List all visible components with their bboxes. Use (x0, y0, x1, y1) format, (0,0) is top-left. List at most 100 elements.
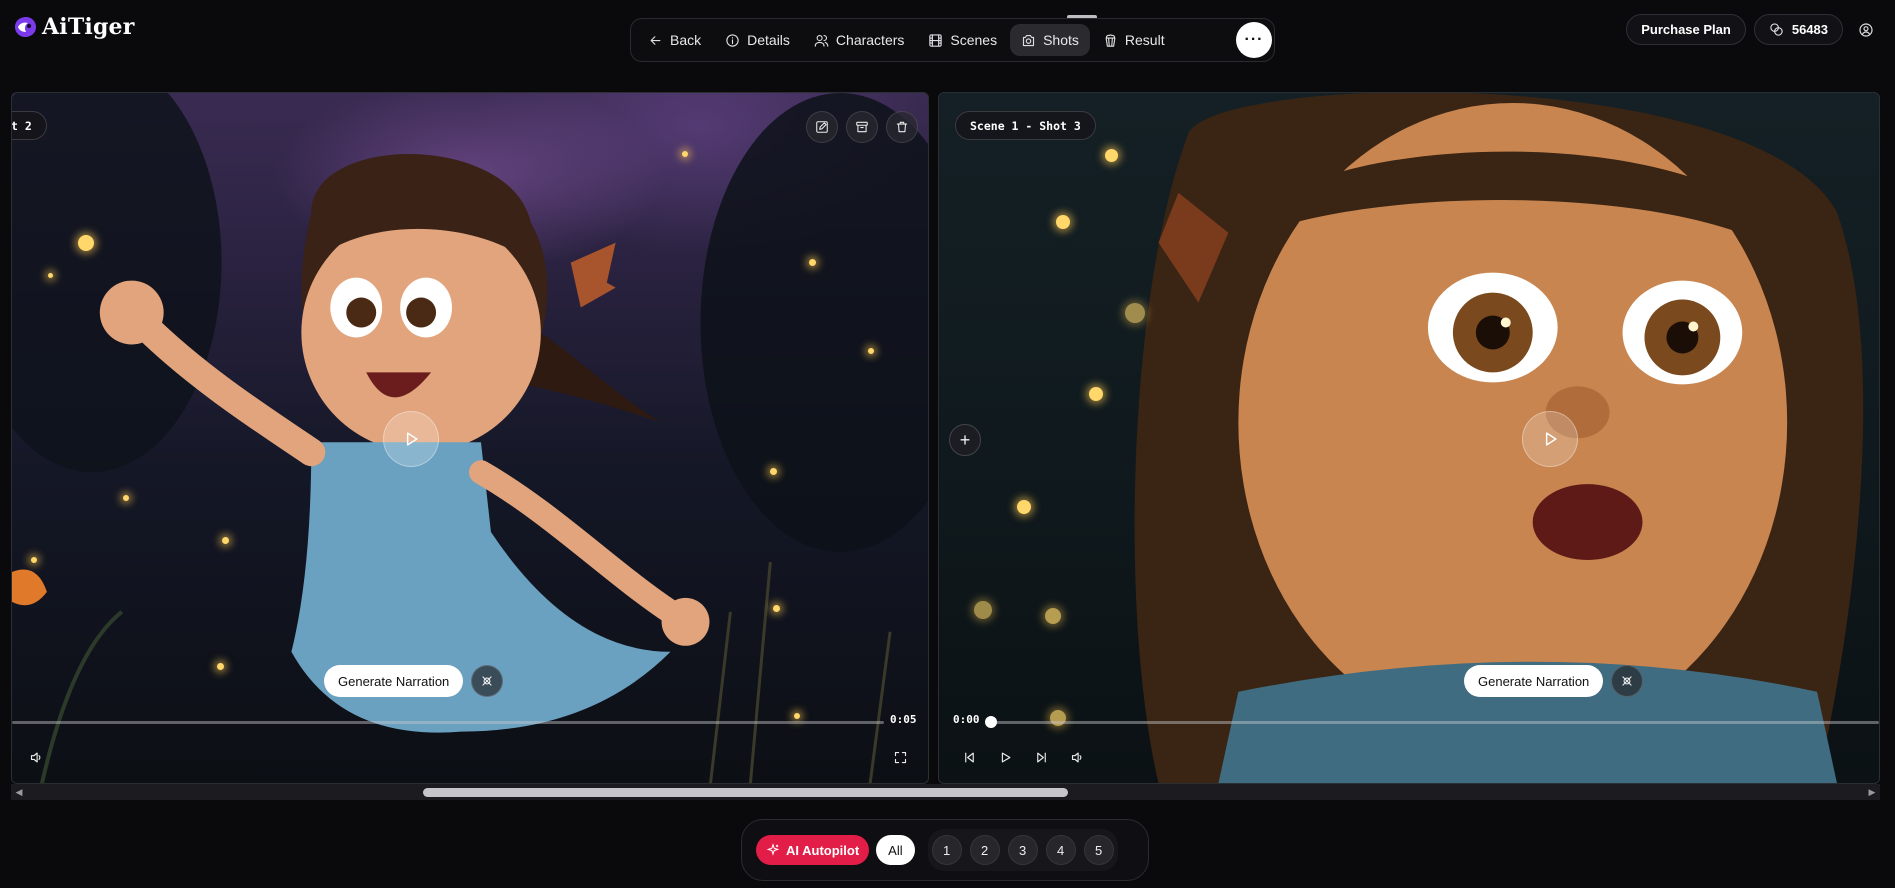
scroll-thumb[interactable] (423, 788, 1068, 797)
nav-back-label: Back (670, 32, 702, 48)
narration-controls: Generate Narration (1464, 665, 1644, 697)
purchase-plan-button[interactable]: Purchase Plan (1626, 14, 1746, 45)
shot-panel-left[interactable]: t 2 Generate Narration 0:05 (11, 92, 929, 784)
nav-result[interactable]: Result (1092, 24, 1176, 56)
fullscreen-button[interactable] (888, 745, 912, 769)
user-circle-icon (1859, 22, 1873, 37)
delete-shot-button[interactable] (886, 111, 918, 143)
coins-icon (1770, 23, 1783, 36)
horizontal-scrollbar[interactable]: ◀ ▶ (11, 784, 1880, 800)
firefly-glow (1017, 500, 1031, 514)
archive-shot-button[interactable] (846, 111, 878, 143)
narration-controls: Generate Narration (324, 665, 504, 697)
play-shot-button[interactable] (1522, 411, 1578, 467)
firefly-glow (123, 495, 129, 501)
scroll-right-arrow[interactable]: ▶ (1864, 784, 1880, 800)
firefly-glow (794, 713, 800, 719)
page-button-1[interactable]: 1 (931, 835, 962, 865)
volume-icon (30, 752, 40, 762)
scene-page-list: 1 2 3 4 5 (927, 829, 1118, 871)
nav-details[interactable]: Details (714, 24, 801, 56)
skip-back-button[interactable] (957, 745, 981, 769)
play-button[interactable] (993, 745, 1017, 769)
firefly-glow (809, 259, 816, 266)
more-options-button[interactable]: ··· (1236, 22, 1272, 58)
firefly-glow (1045, 608, 1061, 624)
video-current-time: 0:00 (953, 713, 980, 726)
play-icon (1545, 432, 1557, 446)
main-nav: Back Details Characters Scenes Shots Res… (630, 18, 1275, 62)
firefly-glow (773, 605, 780, 612)
shot-panel-right[interactable]: Scene 1 - Shot 3 + Generate Narration 0:… (938, 92, 1880, 784)
firefly-glow (682, 151, 688, 157)
firefly-glow (222, 537, 229, 544)
sparkle-icon (766, 843, 780, 856)
credits-value: 56483 (1791, 22, 1828, 37)
nav-scenes[interactable]: Scenes (917, 24, 1008, 56)
add-shot-button[interactable]: + (949, 424, 981, 456)
fullscreen-icon (894, 751, 906, 763)
nav-shots-label: Shots (1043, 32, 1079, 48)
play-icon (406, 432, 418, 446)
camera-icon (1023, 34, 1035, 46)
nav-details-label: Details (747, 32, 790, 48)
play-icon (1001, 752, 1010, 762)
shot-label: Scene 1 - Shot 3 (955, 111, 1096, 140)
trash-icon (896, 121, 908, 133)
app-name: AiTiger (42, 14, 135, 40)
skip-forward-button[interactable] (1029, 745, 1053, 769)
archive-icon (856, 121, 868, 133)
skip-back-icon (964, 752, 974, 762)
filter-all-button[interactable]: All (876, 835, 915, 865)
page-button-4[interactable]: 4 (1045, 835, 1076, 865)
popcorn-icon (1105, 33, 1116, 47)
nav-result-label: Result (1124, 32, 1165, 48)
remove-narration-button[interactable] (1611, 665, 1644, 697)
mute-voice-icon (482, 676, 492, 686)
ai-autopilot-button[interactable]: AI Autopilot (756, 835, 870, 865)
info-icon (726, 33, 739, 47)
users-icon (814, 34, 829, 47)
play-shot-button[interactable] (383, 411, 439, 467)
page-button-3[interactable]: 3 (1007, 835, 1038, 865)
firefly-glow (868, 348, 874, 354)
credits-badge[interactable]: 56483 (1753, 14, 1843, 45)
video-progress-bar[interactable] (12, 721, 884, 724)
generate-narration-button[interactable]: Generate Narration (324, 665, 464, 697)
nav-characters-label: Characters (835, 32, 905, 48)
generate-narration-button[interactable]: Generate Narration (1464, 665, 1604, 697)
firefly-glow (48, 273, 53, 278)
account-button[interactable] (1851, 15, 1881, 45)
remove-narration-button[interactable] (471, 665, 504, 697)
progress-knob[interactable] (985, 716, 997, 728)
tiger-logo-icon (15, 17, 36, 37)
ai-autopilot-label: AI Autopilot (786, 842, 860, 858)
video-progress-bar[interactable] (985, 716, 1879, 728)
skip-forward-icon (1036, 752, 1046, 762)
arrow-left-icon (650, 35, 661, 45)
firefly-glow (78, 235, 94, 251)
firefly-glow (217, 663, 224, 670)
shot-thumbnail-girl-surprised (1134, 93, 1864, 783)
page-button-2[interactable]: 2 (969, 835, 1000, 865)
nav-back[interactable]: Back (637, 24, 712, 56)
volume-button[interactable] (24, 745, 48, 769)
video-duration: 0:05 (890, 713, 917, 726)
header-right-controls: Purchase Plan 56483 (1626, 14, 1881, 45)
page-button-5[interactable]: 5 (1083, 835, 1114, 865)
shot-tools (806, 111, 918, 143)
volume-icon (1071, 752, 1081, 762)
mute-voice-icon (1622, 676, 1632, 686)
nav-characters[interactable]: Characters (803, 24, 915, 56)
firefly-glow (1089, 387, 1103, 401)
volume-button[interactable] (1065, 745, 1089, 769)
film-icon (929, 33, 943, 47)
edit-shot-button[interactable] (806, 111, 838, 143)
app-logo[interactable]: AiTiger (12, 14, 135, 40)
scroll-left-arrow[interactable]: ◀ (11, 784, 27, 800)
shot-label: t 2 (12, 111, 47, 140)
firefly-glow (31, 557, 37, 563)
nav-shots[interactable]: Shots (1010, 24, 1090, 56)
firefly-glow (1056, 215, 1070, 229)
firefly-glow (1125, 303, 1145, 323)
